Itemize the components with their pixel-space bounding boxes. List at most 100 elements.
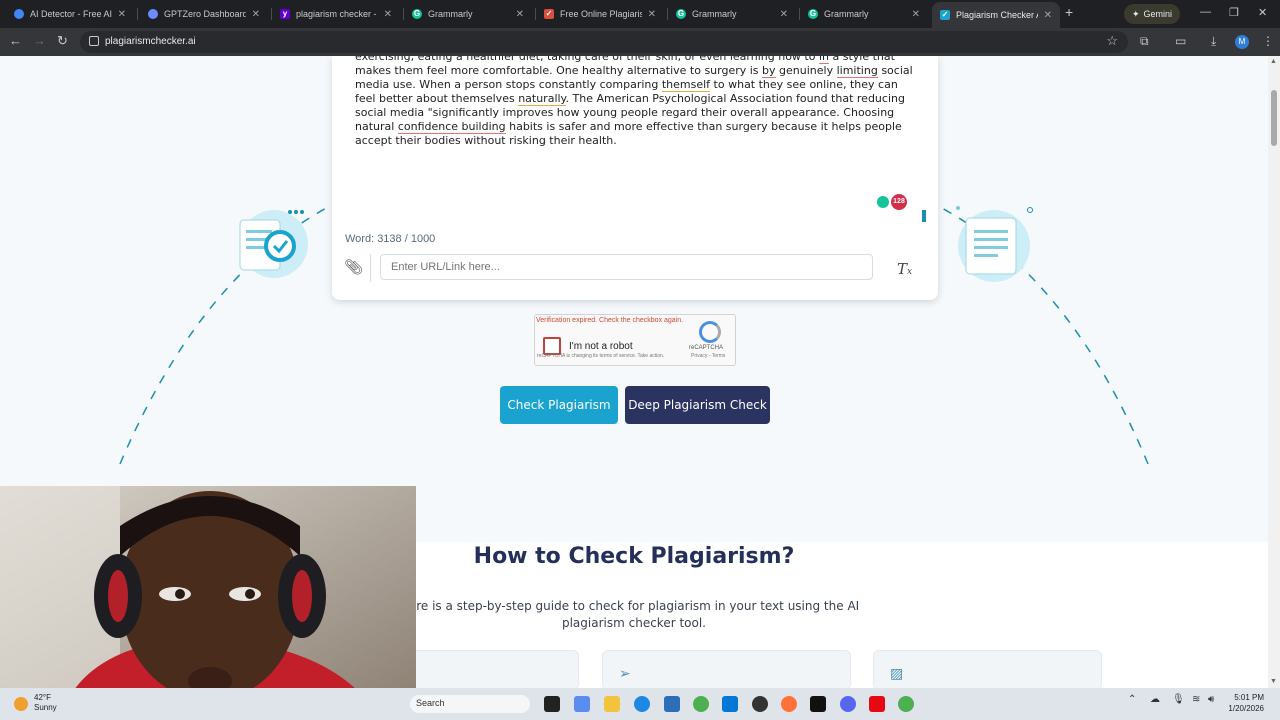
outlook-icon[interactable] [722,696,738,712]
site-info-icon[interactable] [89,36,99,46]
windows-taskbar: 42°F Sunny Search ⌃ ☁ 🎙︎ ≋ 🔊︎ 5:01 PM 1/… [0,688,1280,720]
flagged-word[interactable]: limiting [836,64,878,78]
chrome-icon[interactable] [898,696,914,712]
sidepanel-icon[interactable]: ▭ [1175,34,1186,48]
weather-widget[interactable]: 42°F Sunny [34,693,57,713]
grammarly-icon: G [412,9,422,19]
back-icon[interactable]: ← [9,33,22,48]
clear-format-icon[interactable]: Tx [897,260,912,278]
discord-icon[interactable] [840,696,856,712]
forward-icon[interactable]: → [33,33,46,48]
close-icon[interactable]: ✕ [912,9,920,20]
captcha-note[interactable]: reCAPTCHA is changing its terms of servi… [537,353,677,360]
volume-icon[interactable]: 🔊︎ [1208,694,1214,705]
tab-plagiarism-checker-ai[interactable]: ✓ Plagiarism Checker AI ✕ [932,2,1060,28]
netflix-icon[interactable] [869,696,885,712]
taskbar-search[interactable]: Search [410,695,530,713]
tab-strip: AI Detector - Free AI Ch ✕ GPTZero Dashb… [0,0,1280,28]
tab-favicon-icon [148,9,158,19]
deep-plagiarism-check-button[interactable]: Deep Plagiarism Check [625,386,770,424]
flagged-word[interactable]: by [762,64,776,78]
paperclip-icon[interactable]: 📎︎ [344,258,363,276]
reload-icon[interactable]: ↻ [57,33,68,49]
download-icon[interactable]: ⤓ [1211,34,1216,49]
microphone-icon[interactable]: 🎙︎ [1172,694,1185,705]
divider [370,254,371,282]
tab-grammarly-2[interactable]: G Grammarly ✕ [668,0,796,28]
close-icon[interactable]: ✕ [118,9,126,20]
photos-icon[interactable] [664,696,680,712]
scroll-down-icon[interactable]: ▼ [1270,678,1277,685]
yahoo-icon: y [280,9,290,19]
close-icon[interactable]: ✕ [384,9,392,20]
gemini-label: Gemini [1143,9,1173,19]
recaptcha-logo-icon [699,321,721,343]
tab-label: Plagiarism Checker AI [956,10,1038,20]
captcha-error: Verification expired. Check the checkbox… [536,317,684,324]
restore-icon[interactable]: ❐ [1229,6,1239,19]
close-icon[interactable]: ✕ [516,9,524,20]
essay-textarea[interactable]: exercising, eating a healthier diet, tak… [355,56,917,148]
chart-icon: ▨ [890,665,904,681]
url-input[interactable] [380,254,873,280]
copilot-icon[interactable] [574,696,590,712]
weather-sun-icon[interactable] [14,697,28,711]
section-subtitle: ere is a step-by-step guide to check for… [408,599,860,630]
tab-grammarly-3[interactable]: G Grammarly ✕ [800,0,928,28]
edge-icon[interactable] [634,696,650,712]
profile-avatar[interactable]: M [1235,35,1249,49]
tab-label: Free Online Plagiarism C [560,9,642,19]
tab-ai-detector[interactable]: AI Detector - Free AI Ch ✕ [6,0,134,28]
close-icon[interactable]: ✕ [1044,10,1052,21]
epic-games-icon[interactable] [810,696,826,712]
flagged-word[interactable]: in [818,56,829,64]
chevron-up-icon[interactable]: ⌃ [1128,694,1136,705]
close-icon[interactable]: ✕ [648,9,656,20]
check-plagiarism-button[interactable]: Check Plagiarism [500,386,618,424]
close-window-icon[interactable]: ✕ [1258,6,1267,19]
weather-desc: Sunny [34,703,57,712]
tab-label: Grammarly [824,9,869,19]
scrollbar-thumb[interactable] [1271,90,1277,146]
new-tab-button[interactable]: + [1065,4,1073,20]
editor-scrollbar[interactable] [922,210,926,222]
captcha-links[interactable]: Privacy - Terms [691,353,725,359]
close-icon[interactable]: ✕ [252,9,260,20]
task-view-icon[interactable] [544,696,560,712]
chrome-icon[interactable] [693,696,709,712]
extensions-icon[interactable]: ⧉ [1140,34,1149,49]
onedrive-icon[interactable]: ☁ [1150,694,1160,705]
close-icon[interactable]: ✕ [780,9,788,20]
clock-date: 1/20/2026 [1228,704,1264,713]
firefox-icon[interactable] [781,696,797,712]
browser-toolbar: ← → ↻ plagiarismchecker.ai ☆ ⧉ ▭ ⤓ ⋮ [0,28,1280,56]
gemini-button[interactable]: ✦ Gemini [1124,4,1180,24]
file-explorer-icon[interactable] [604,696,620,712]
grammarly-icon[interactable] [877,196,889,208]
menu-icon[interactable]: ⋮ [1262,34,1274,48]
tab-grammarly-1[interactable]: G Grammarly ✕ [404,0,532,28]
flagged-word[interactable]: themself [661,78,711,92]
checkmark-icon: ✓ [544,9,554,19]
captcha-label: I'm not a robot [569,341,633,352]
app-icon[interactable] [752,696,768,712]
wifi-icon[interactable]: ≋ [1192,694,1200,705]
flagged-word[interactable]: confidence building [397,120,506,134]
flagged-word[interactable]: naturally [518,92,566,106]
tab-favicon-icon [14,9,24,19]
url-text: plagiarismchecker.ai [105,36,196,47]
tab-free-plagiarism[interactable]: ✓ Free Online Plagiarism C ✕ [536,0,664,28]
clock-time: 5:01 PM [1234,693,1264,702]
checkmark-icon: ✓ [940,10,950,20]
tab-yahoo-search[interactable]: y plagiarism checker - Yal ✕ [272,0,400,28]
taskbar-clock[interactable]: 5:01 PM 1/20/2026 [1224,692,1264,714]
step-card: ➢ [602,650,851,688]
scroll-up-icon[interactable]: ▲ [1270,58,1277,65]
bookmark-star-icon[interactable]: ☆ [1106,33,1118,49]
grammarly-issue-count[interactable]: 128 [891,194,907,210]
page-scrollbar[interactable] [1268,56,1280,688]
tab-gptzero[interactable]: GPTZero Dashboard ✕ [140,0,268,28]
essay-text: exercising, eating a healthier diet, tak… [355,56,819,63]
minimize-icon[interactable]: — [1200,6,1211,18]
address-bar[interactable]: plagiarismchecker.ai ☆ [80,31,1128,53]
